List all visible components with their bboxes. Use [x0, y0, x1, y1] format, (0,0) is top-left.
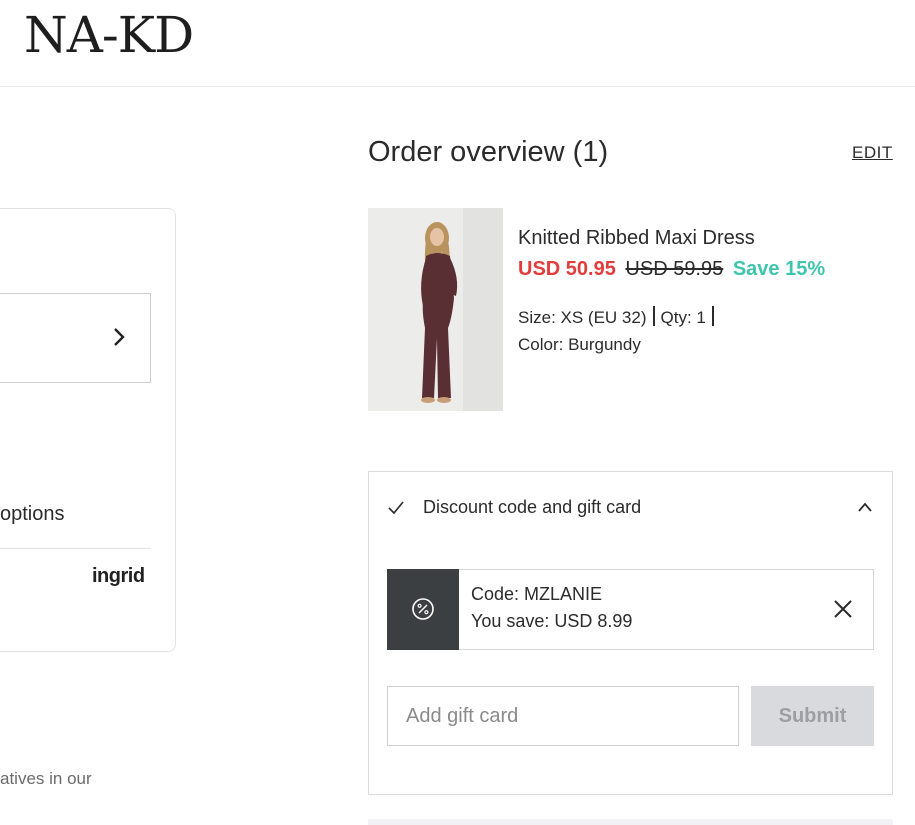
check-icon — [388, 501, 404, 515]
discount-code: Code: MZLANIE — [471, 584, 603, 604]
chevron-right-icon[interactable] — [110, 326, 128, 348]
original-price: USD 59.95 — [625, 258, 724, 280]
next-section-edge — [368, 819, 893, 825]
delivery-card — [0, 208, 176, 652]
chevron-up-icon[interactable] — [856, 500, 874, 514]
price-row: USD 50.95 USD 59.95 Save 15% — [518, 258, 825, 281]
percent-badge-icon — [412, 598, 434, 620]
close-icon[interactable] — [832, 598, 854, 620]
sale-price: USD 50.95 — [518, 258, 616, 280]
order-overview-title: Order overview (1) — [368, 136, 609, 168]
divider — [0, 548, 151, 549]
product-size: Size: XS (EU 32) — [518, 308, 647, 327]
applied-code-box — [387, 569, 874, 650]
brand-logo[interactable]: NA-KD — [24, 6, 194, 64]
submit-button[interactable]: Submit — [751, 686, 874, 746]
delivery-options-label: options — [0, 503, 65, 525]
save-percentage: Save 15% — [732, 258, 826, 280]
info-text: atives in our — [0, 769, 92, 788]
separator — [711, 306, 714, 326]
gift-card-input[interactable] — [387, 686, 739, 746]
product-meta: Size: XS (EU 32) Qty: 1 Color: Burgundy — [518, 304, 720, 358]
product-image[interactable] — [368, 208, 503, 411]
ingrid-logo: ingrid — [92, 565, 145, 587]
address-selector[interactable] — [0, 293, 151, 383]
product-photo-dress — [368, 208, 503, 411]
product-color: Color: Burgundy — [518, 335, 641, 354]
discount-section-title[interactable]: Discount code and gift card — [423, 497, 641, 518]
separator — [652, 306, 655, 326]
site-header: NA-KD — [0, 0, 915, 87]
product-name[interactable]: Knitted Ribbed Maxi Dress — [518, 227, 755, 250]
edit-link[interactable]: EDIT — [852, 143, 893, 163]
discount-savings: You save: USD 8.99 — [471, 611, 633, 631]
product-qty: Qty: 1 — [660, 308, 706, 327]
